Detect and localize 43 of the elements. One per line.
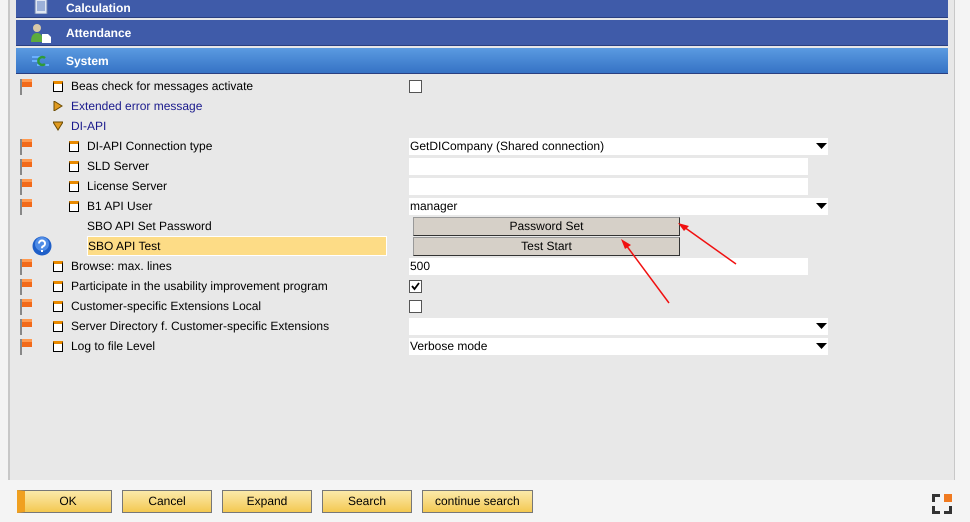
footer-button[interactable]: Expand	[222, 490, 312, 512]
setting-label: SLD Server	[87, 158, 150, 175]
setting-label: License Server	[87, 178, 168, 195]
dropdown[interactable]: GetDICompany (Shared connection)	[409, 138, 828, 154]
checkbox[interactable]	[409, 280, 422, 292]
expanded-caret-icon[interactable]	[53, 121, 63, 131]
footer-button[interactable]: Search	[322, 490, 412, 512]
system-icon	[31, 54, 51, 68]
checkbox[interactable]	[409, 80, 422, 92]
dropdown-caret-icon	[816, 203, 827, 209]
setting-label: SBO API Test	[87, 236, 387, 256]
setting-label: DI-API Connection type	[87, 138, 212, 155]
checkbox[interactable]	[409, 300, 422, 312]
section-header[interactable]: Calculation	[16, 0, 948, 18]
setting-label: Beas check for messages activate	[71, 78, 254, 95]
dropdown[interactable]: manager	[409, 198, 828, 214]
setting-label: Server Directory f. Customer-specific Extensions	[71, 318, 330, 335]
dropdown[interactable]: Verbose mode	[409, 338, 828, 354]
setting-label: Log to file Level	[71, 338, 156, 355]
setting-label: SBO API Set Password	[87, 218, 212, 235]
dropdown-caret-icon	[816, 343, 827, 349]
arrow	[619, 238, 670, 304]
group-link[interactable]: Extended error message	[71, 97, 202, 115]
footer-button[interactable]: Cancel	[122, 490, 212, 512]
setting-label: B1 API User	[87, 198, 152, 215]
dropdown-caret-icon	[816, 323, 827, 329]
setting-label: Browse: max. lines	[71, 258, 172, 275]
arrow	[677, 222, 737, 265]
corner-logo-icon	[932, 494, 952, 514]
text-field[interactable]: 500	[409, 258, 808, 274]
collapsed-caret-icon[interactable]	[53, 101, 63, 111]
setting-label: Customer-specific Extensions Local	[71, 298, 262, 315]
group-link[interactable]: DI-API	[71, 117, 106, 135]
section-header[interactable]: Attendance	[16, 20, 948, 46]
section-header[interactable]: System	[16, 48, 948, 74]
person-icon	[30, 22, 52, 42]
footer-button[interactable]: OK	[17, 490, 112, 512]
calculator-icon	[34, 0, 48, 14]
action-button[interactable]: Password Set	[413, 216, 680, 236]
footer-button[interactable]: continue search	[422, 490, 533, 512]
dropdown-caret-icon	[816, 143, 827, 149]
setting-label: Participate in the usability improvement program	[71, 278, 328, 295]
action-button[interactable]: Test Start	[413, 236, 680, 256]
